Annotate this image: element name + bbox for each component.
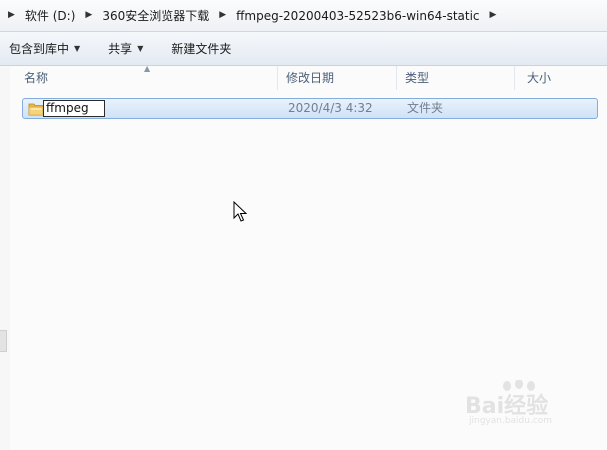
chevron-down-icon: ▼: [137, 44, 144, 53]
breadcrumb: ▶ 软件 (D:) ▶ 360安全浏览器下载 ▶ ffmpeg-20200403…: [0, 0, 504, 31]
mouse-pointer-icon: [233, 201, 247, 222]
column-headers: 名称 ▲ 修改日期 类型 大小: [10, 64, 607, 90]
pane-splitter-handle[interactable]: [0, 330, 7, 352]
command-bar: 包含到库中 ▼ 共享 ▼ 新建文件夹: [0, 32, 607, 66]
include-in-library-label: 包含到库中: [9, 42, 70, 56]
file-row[interactable]: ffmpeg 2020/4/3 4:32 文件夹: [22, 98, 598, 119]
breadcrumb-arrow-icon[interactable]: ▶: [77, 11, 100, 20]
file-modified-date: 2020/4/3 4:32: [288, 101, 373, 115]
breadcrumb-arrow-icon[interactable]: ▶: [211, 11, 234, 20]
column-header-type[interactable]: 类型: [397, 66, 515, 90]
share-label: 共享: [108, 42, 133, 56]
folder-icon: [28, 103, 44, 116]
rename-input[interactable]: ffmpeg: [43, 100, 105, 117]
watermark-url: jingyan.baidu.com: [469, 416, 553, 426]
column-header-date[interactable]: 修改日期: [278, 66, 397, 90]
new-folder-label: 新建文件夹: [171, 42, 232, 56]
breadcrumb-arrow-icon[interactable]: ▶: [6, 11, 23, 20]
share-button[interactable]: 共享 ▼: [99, 37, 152, 61]
file-type: 文件夹: [407, 101, 444, 115]
chevron-down-icon: ▼: [74, 44, 81, 53]
new-folder-button[interactable]: 新建文件夹: [162, 37, 240, 61]
breadcrumb-arrow-icon[interactable]: ▶: [482, 11, 505, 20]
include-in-library-button[interactable]: 包含到库中 ▼: [0, 37, 89, 61]
breadcrumb-item-current[interactable]: ffmpeg-20200403-52523b6-win64-static: [234, 9, 481, 23]
breadcrumb-item-drive[interactable]: 软件 (D:): [23, 7, 77, 24]
breadcrumb-item-downloads[interactable]: 360安全浏览器下载: [100, 7, 211, 24]
column-header-size[interactable]: 大小: [515, 66, 595, 90]
address-bar[interactable]: ▶ 软件 (D:) ▶ 360安全浏览器下载 ▶ ffmpeg-20200403…: [0, 0, 607, 32]
baidu-jingyan-watermark: Bai经验 jingyan.baidu.com: [465, 380, 585, 430]
sort-ascending-icon: ▲: [144, 64, 151, 73]
